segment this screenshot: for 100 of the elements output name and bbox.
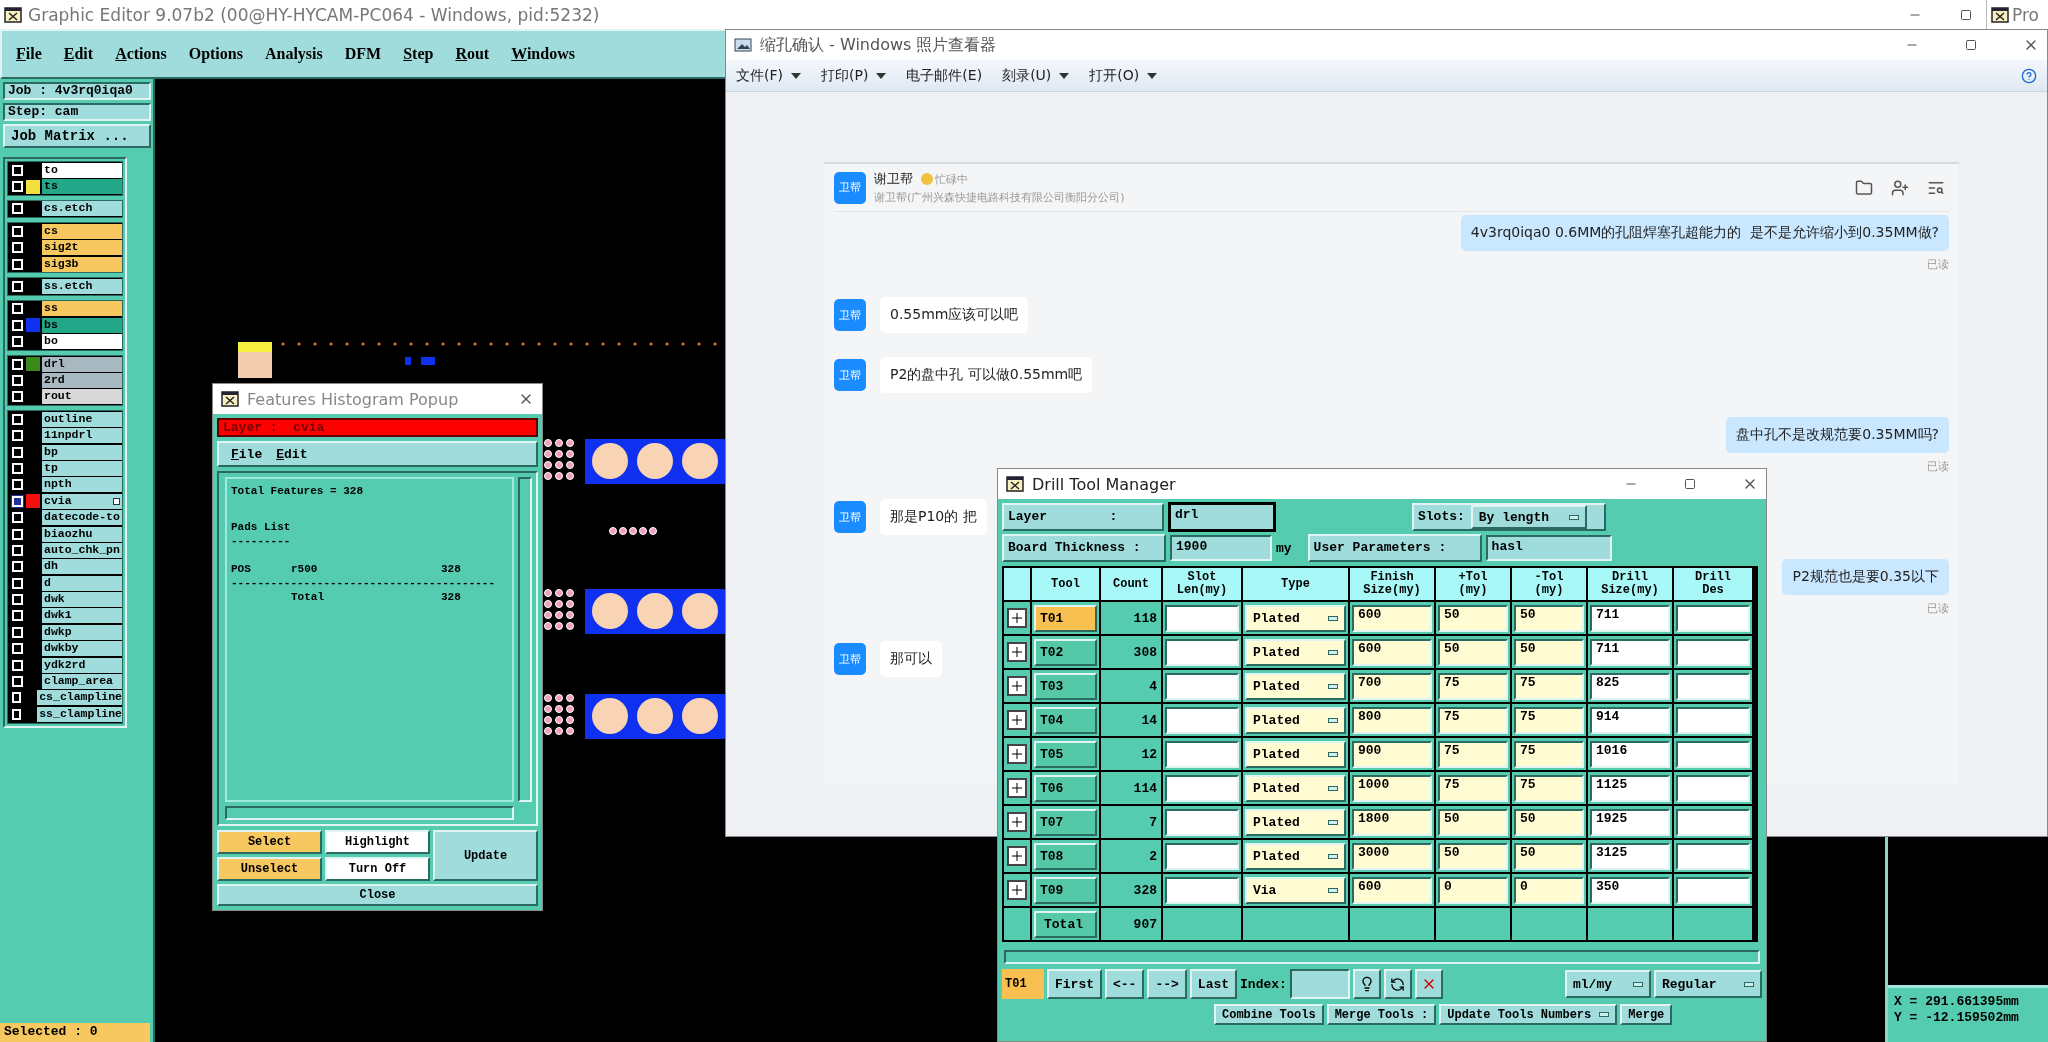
drill-size-field[interactable]: 711 (1590, 638, 1670, 666)
layer-checkbox[interactable] (12, 181, 23, 193)
type-dropdown[interactable]: Plated (1245, 672, 1346, 700)
menu-item[interactable]: Step (403, 45, 434, 63)
expand-button[interactable] (1007, 880, 1027, 900)
expand-button[interactable] (1007, 846, 1027, 866)
slot-length-field[interactable] (1165, 876, 1239, 904)
finish-size-field[interactable]: 1000 (1352, 774, 1432, 802)
bulb-button[interactable] (1352, 969, 1381, 999)
layer-name[interactable]: biaozhu (42, 526, 122, 542)
menu-item[interactable]: Edit (63, 45, 94, 63)
layer-name[interactable]: drl (42, 356, 122, 372)
finish-size-field[interactable]: 3000 (1352, 842, 1432, 870)
minus-tolerance-field[interactable]: 50 (1514, 638, 1584, 666)
slot-length-field[interactable] (1165, 706, 1239, 734)
finish-size-field[interactable]: 600 (1352, 876, 1432, 904)
slots-dropdown[interactable]: By length (1470, 505, 1587, 529)
menu-item[interactable]: DFM (344, 45, 382, 63)
layer-name[interactable]: rout (42, 389, 122, 405)
mode-dropdown[interactable]: Regular (1654, 970, 1762, 998)
layer-name[interactable]: dwkby (42, 641, 122, 657)
minus-tolerance-field[interactable]: 75 (1514, 740, 1584, 768)
layer-name[interactable]: cvia (42, 493, 122, 509)
layer-checkbox[interactable] (12, 319, 23, 331)
action-button[interactable]: Highlight (325, 830, 430, 854)
drill-size-field[interactable]: 1925 (1590, 808, 1670, 836)
merge-mode-dropdown[interactable]: Update Tools Numbers (1439, 1004, 1618, 1025)
user-parameters-button[interactable]: User Parameters : (1307, 534, 1482, 562)
type-dropdown[interactable]: Plated (1245, 740, 1346, 768)
drill-size-field[interactable]: 711 (1590, 604, 1670, 632)
type-dropdown[interactable]: Plated (1245, 638, 1346, 666)
layer-checkbox[interactable] (12, 430, 23, 442)
layer-checkbox[interactable] (12, 258, 23, 270)
layer-checkbox[interactable] (12, 659, 23, 671)
close-button[interactable]: Close (217, 884, 538, 906)
layer-checkbox[interactable] (12, 594, 23, 606)
drill-size-field[interactable]: 3125 (1590, 842, 1670, 870)
drill-des-field[interactable] (1676, 672, 1750, 700)
finish-size-field[interactable]: 600 (1352, 638, 1432, 666)
drill-des-field[interactable] (1676, 842, 1750, 870)
plus-tolerance-field[interactable]: 75 (1438, 740, 1508, 768)
layer-checkbox[interactable] (12, 512, 23, 524)
layer-name[interactable]: dh (42, 559, 122, 575)
tool-button[interactable]: T02 (1034, 638, 1097, 666)
layer-name[interactable]: ss (42, 301, 122, 317)
job-matrix-button[interactable]: Job Matrix ... (3, 124, 151, 148)
drill-des-field[interactable] (1676, 638, 1750, 666)
folder-icon[interactable] (1855, 178, 1873, 197)
menu-item[interactable]: 刻录(U) (1002, 66, 1070, 85)
tool-button[interactable]: T03 (1034, 672, 1097, 700)
plus-tolerance-field[interactable]: 75 (1438, 706, 1508, 734)
minus-tolerance-field[interactable]: 75 (1514, 706, 1584, 734)
horizontal-scrollbar[interactable] (225, 806, 514, 820)
layer-name[interactable]: dwk (42, 592, 122, 608)
type-dropdown[interactable]: Plated (1245, 842, 1346, 870)
finish-size-field[interactable]: 700 (1352, 672, 1432, 700)
thickness-field[interactable]: 1900 (1170, 535, 1272, 561)
plus-tolerance-field[interactable]: 50 (1438, 808, 1508, 836)
tool-button[interactable]: T09 (1034, 876, 1097, 904)
drill-des-field[interactable] (1676, 774, 1750, 802)
slot-length-field[interactable] (1165, 672, 1239, 700)
combine-tools-button[interactable]: Combine Tools (1214, 1004, 1324, 1025)
layer-checkbox[interactable] (12, 358, 23, 370)
layer-checkbox[interactable] (12, 281, 23, 293)
expand-button[interactable] (1007, 812, 1027, 832)
merge-button[interactable]: Merge (1620, 1004, 1673, 1025)
minus-tolerance-field[interactable]: 50 (1514, 808, 1584, 836)
layer-name[interactable]: ss_clampline (37, 706, 122, 722)
plus-tolerance-field[interactable]: 75 (1438, 774, 1508, 802)
layer-checkbox[interactable] (12, 676, 23, 687)
layer-name[interactable]: 2rd (42, 373, 122, 388)
total-button[interactable]: Total (1034, 910, 1097, 938)
add-user-icon[interactable] (1891, 178, 1909, 197)
plus-tolerance-field[interactable]: 0 (1438, 876, 1508, 904)
slot-length-field[interactable] (1165, 842, 1239, 870)
layer-name[interactable]: sig2t (42, 240, 122, 256)
tool-button[interactable]: T08 (1034, 842, 1097, 870)
layer-name[interactable]: dwk1 (42, 608, 122, 624)
layer-name[interactable]: cs_clampline (37, 690, 122, 706)
unit-dropdown[interactable]: ml/my (1565, 970, 1651, 998)
maximize-icon[interactable] (1965, 39, 1977, 51)
drill-des-field[interactable] (1676, 706, 1750, 734)
layer-checkbox[interactable] (12, 479, 23, 491)
minus-tolerance-field[interactable]: 0 (1514, 876, 1584, 904)
expand-button[interactable] (1007, 676, 1027, 696)
expand-button[interactable] (1007, 710, 1027, 730)
drill-size-field[interactable]: 914 (1590, 706, 1670, 734)
nav-button[interactable]: <-- (1105, 969, 1145, 999)
layer-name[interactable]: to (42, 162, 122, 178)
layer-checkbox[interactable] (12, 692, 22, 704)
expand-button[interactable] (1007, 608, 1027, 628)
tool-button[interactable]: T07 (1034, 808, 1097, 836)
drill-des-field[interactable] (1676, 808, 1750, 836)
layer-checkbox[interactable] (12, 303, 23, 315)
user-parameters-field[interactable]: hasl (1485, 535, 1612, 561)
type-dropdown[interactable]: Plated (1245, 808, 1346, 836)
layer-name[interactable]: bp (42, 444, 122, 460)
drill-des-field[interactable] (1676, 876, 1750, 904)
type-dropdown[interactable]: Plated (1245, 706, 1346, 734)
menu-item[interactable]: Options (188, 45, 243, 63)
